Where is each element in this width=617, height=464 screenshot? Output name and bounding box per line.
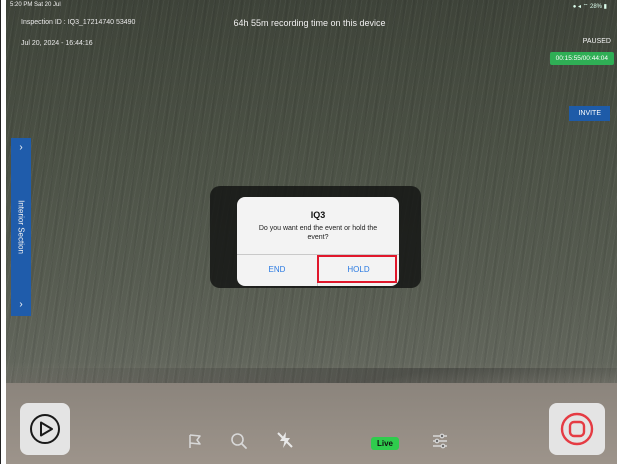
section-name: Interior Section: [16, 200, 26, 254]
search-icon[interactable]: [230, 432, 248, 450]
play-icon: [30, 414, 60, 444]
status-time-date: 5:20 PM Sat 20 Jul: [10, 2, 61, 8]
alert-message: Do you want end the event or hold the ev…: [258, 225, 378, 241]
inspection-timestamp: Jul 20, 2024 - 16:44:16: [21, 40, 93, 47]
stop-record-button[interactable]: [549, 403, 605, 455]
recording-timer-badge: 00:15:55/00:44:04: [549, 52, 614, 65]
stop-record-icon: [560, 412, 594, 446]
live-badge[interactable]: Live: [371, 437, 400, 450]
section-side-panel[interactable]: › Interior Section ›: [11, 138, 31, 316]
recording-time-remaining: 64h 55m recording time on this device: [233, 18, 386, 28]
end-button[interactable]: END: [237, 255, 317, 286]
flag-icon[interactable]: [187, 433, 203, 449]
invite-button[interactable]: INVITE: [569, 106, 610, 121]
hold-highlight-box: [317, 255, 397, 283]
status-indicators: ● ◂ ⌔ 28% ▮: [572, 4, 607, 10]
app-screen: 5:20 PM Sat 20 Jul ● ◂ ⌔ 28% ▮ Inspectio…: [0, 0, 617, 464]
chevron-right-icon[interactable]: ›: [11, 299, 31, 310]
alert-title: IQ3: [310, 210, 326, 220]
chevron-right-icon[interactable]: ›: [11, 142, 31, 153]
floor-area: [6, 383, 617, 464]
play-button[interactable]: [20, 403, 70, 455]
recording-state: PAUSED: [582, 38, 611, 45]
flash-off-icon[interactable]: [275, 430, 295, 450]
sliders-icon[interactable]: [431, 432, 449, 450]
